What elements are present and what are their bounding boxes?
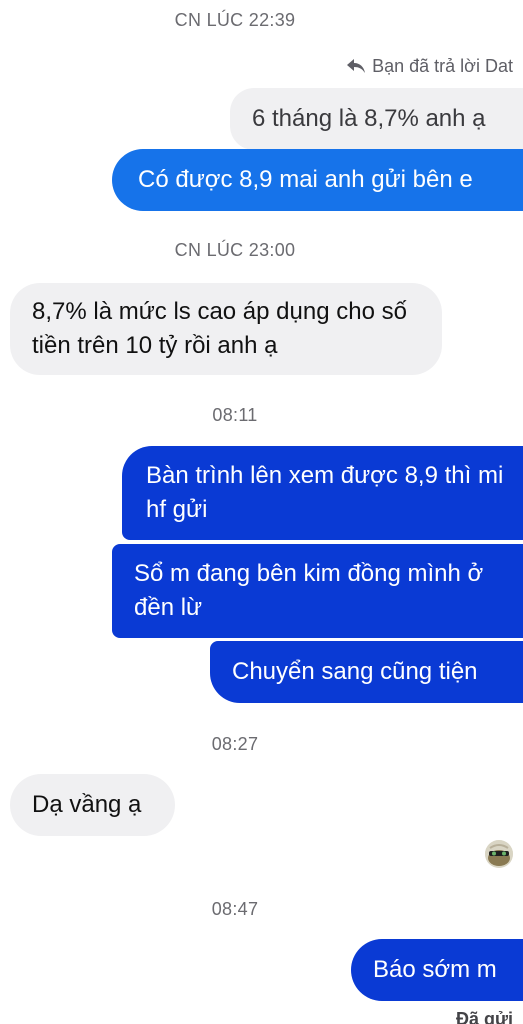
reply-header-label: Bạn đã trả lời Dat: [372, 55, 513, 76]
message-text: Có được 8,9 mai anh gửi bên e: [138, 166, 473, 193]
quoted-message[interactable]: 6 tháng là 8,7% anh ạ: [230, 88, 523, 150]
incoming-message[interactable]: Dạ vầng ạ: [10, 774, 175, 836]
timestamp: CN LÚC 22:39: [174, 10, 296, 30]
timestamp: 08:27: [211, 734, 259, 754]
outgoing-message[interactable]: Chuyển sang cũng tiện: [210, 641, 523, 703]
reply-header: Bạn đã trả lời Dat: [346, 54, 513, 78]
timestamp: CN LÚC 23:00: [174, 240, 296, 260]
outgoing-message[interactable]: Có được 8,9 mai anh gửi bên e: [112, 149, 523, 211]
outgoing-message[interactable]: Báo sớm m: [351, 939, 523, 1001]
message-text: Báo sớm m: [373, 956, 497, 983]
quoted-message-text: 6 tháng là 8,7% anh ạ: [252, 105, 486, 132]
message-text: 8,7% là mức ls cao áp dụng cho số tiền t…: [32, 298, 407, 359]
timestamp: 08:11: [212, 405, 258, 425]
message-text: Chuyển sang cũng tiện: [232, 658, 478, 685]
sent-status: Đã gửi: [455, 1009, 513, 1024]
reply-arrow-icon: [346, 58, 366, 74]
message-text: Bàn trình lên xem được 8,9 thì mi hf gửi: [146, 462, 504, 523]
incoming-message[interactable]: 8,7% là mức ls cao áp dụng cho số tiền t…: [10, 283, 442, 375]
message-text: Sổ m đang bên kim đồng mình ở đền lừ: [134, 560, 484, 621]
outgoing-message[interactable]: Bàn trình lên xem được 8,9 thì mi hf gửi: [122, 446, 523, 540]
message-text: Dạ vầng ạ: [32, 791, 142, 818]
seen-avatar-icon: [485, 840, 513, 868]
chat-screen: CN LÚC 22:39 Bạn đã trả lời Dat 6 tháng …: [0, 0, 523, 1024]
outgoing-message[interactable]: Sổ m đang bên kim đồng mình ở đền lừ: [112, 544, 523, 638]
timestamp: 08:47: [211, 899, 259, 919]
